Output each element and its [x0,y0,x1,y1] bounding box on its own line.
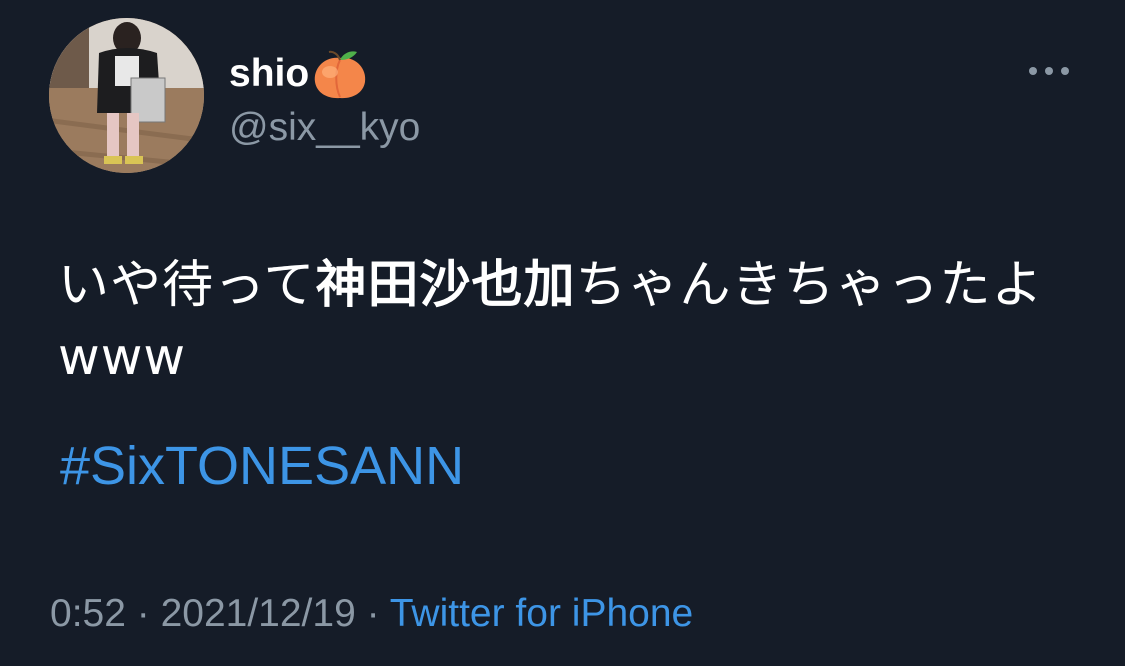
tweet-text: いや待って神田沙也加ちゃんきちゃったよwww [58,250,1068,394]
tweet-source-link[interactable]: Twitter for iPhone [390,592,693,635]
more-horizontal-icon[interactable] [1024,60,1074,82]
tweet-meta: 0:52 · 2021/12/19 · Twitter for iPhone [50,590,693,638]
tweet-text-bold: 神田沙也加 [315,256,576,315]
hashtag-link[interactable]: #SixTONESANN [60,430,464,502]
tweet-time: 0:52 [50,592,126,635]
avatar[interactable] [49,18,204,173]
avatar-photo [49,18,204,173]
tweet-text-part1: いや待って [58,256,316,315]
user-handle[interactable]: @six__kyo [229,104,420,152]
display-name[interactable]: shio [229,48,369,100]
tweet-date: 2021/12/19 [160,592,356,635]
meta-separator: · [355,592,390,635]
peach-icon [311,48,369,100]
display-name-text: shio [229,52,310,95]
meta-separator: · [125,592,161,635]
